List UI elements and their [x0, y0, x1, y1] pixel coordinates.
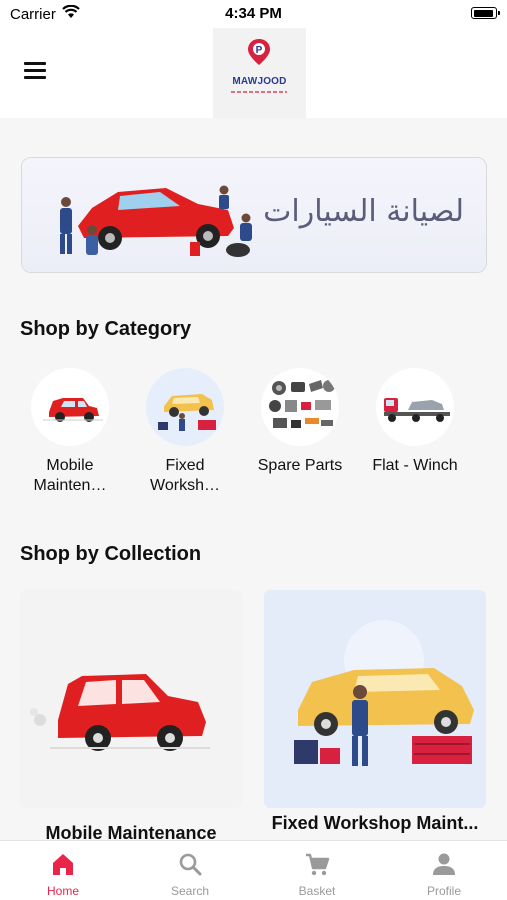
category-spare-parts[interactable]: Spare Parts [255, 368, 345, 476]
svg-text:P: P [256, 45, 263, 56]
promo-banner[interactable]: لصيانة السيارات [21, 157, 487, 273]
cart-icon [306, 853, 330, 876]
banner-text: لصيانة السيارات [263, 194, 464, 229]
battery-icon [471, 7, 500, 19]
category-label: Mobile Mainten… [33, 457, 107, 494]
category-label: Spare Parts [257, 457, 343, 474]
collection-section-title: Shop by Collection [20, 543, 202, 565]
tab-label: Profile [426, 884, 461, 898]
collection-label: Fixed Workshop Maint... [271, 813, 479, 833]
red-car-icon [31, 368, 109, 446]
status-bar: Carrier 4:34 PM [0, 0, 507, 28]
tab-profile[interactable]: Profile [381, 841, 507, 900]
tab-home[interactable]: Home [0, 841, 126, 900]
collection-fixed-workshop[interactable]: Fixed Workshop Maint... [264, 590, 486, 833]
app-logo: P MAWJOOD [213, 28, 306, 118]
fixed-workshop-image [264, 590, 486, 808]
category-label: Flat - Winch [372, 457, 458, 474]
location-pin-icon: P [248, 39, 270, 65]
category-section-title: Shop by Category [20, 318, 192, 340]
hamburger-menu-icon[interactable] [24, 62, 46, 80]
tow-truck-icon [376, 368, 454, 446]
status-time: 4:34 PM [225, 5, 282, 22]
car-repair-illustration [60, 185, 252, 257]
mobile-maintenance-image [20, 590, 242, 808]
profile-icon [433, 853, 455, 875]
bottom-tab-bar: Home Search Basket Profile [0, 840, 507, 900]
category-fixed-workshop[interactable]: Fixed Worksh… [140, 368, 230, 496]
tab-label: Home [46, 884, 79, 898]
tab-label: Basket [298, 884, 336, 898]
tab-basket[interactable]: Basket [254, 841, 380, 900]
category-flat-winch[interactable]: Flat - Winch [370, 368, 460, 476]
tab-label: Search [170, 884, 210, 898]
home-icon [53, 854, 73, 875]
workshop-lift-icon [146, 368, 224, 446]
category-mobile-maintenance[interactable]: Mobile Mainten… [25, 368, 115, 496]
tab-search[interactable]: Search [127, 841, 253, 900]
app-header: P MAWJOOD [0, 28, 507, 118]
logo-text: MAWJOOD [232, 76, 287, 87]
collection-mobile-maintenance[interactable]: Mobile Maintenance [20, 590, 242, 843]
logo-road-line [231, 91, 287, 93]
spare-parts-icon [261, 368, 339, 446]
category-label: Fixed Worksh… [150, 457, 220, 494]
search-icon [179, 853, 202, 876]
